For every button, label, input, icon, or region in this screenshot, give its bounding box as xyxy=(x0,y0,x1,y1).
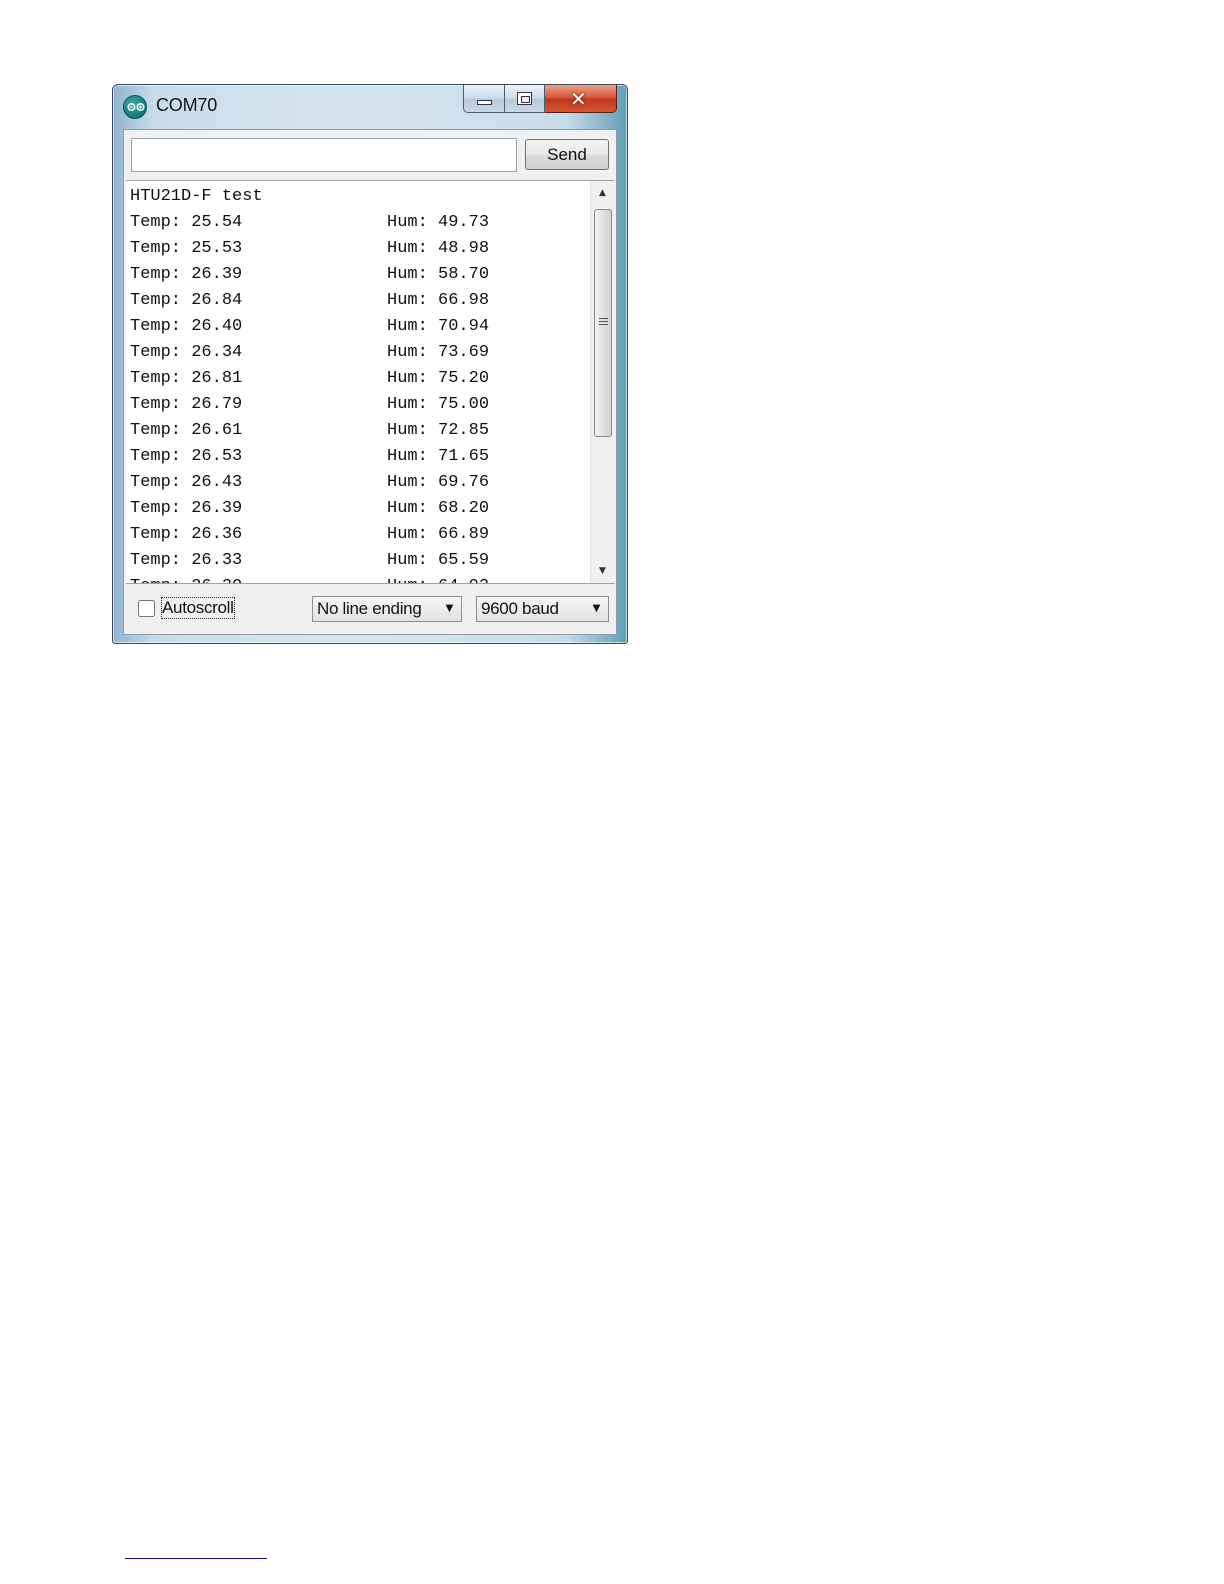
output-line: Temp: 26.36 Hum: 66.89 xyxy=(130,522,590,548)
temp-reading: Temp: 26.33 xyxy=(130,551,243,570)
baud-rate-value: 9600 baud xyxy=(481,599,559,618)
output-line: Temp: 26.81 Hum: 75.20 xyxy=(130,366,590,392)
output-line: Temp: 26.53 Hum: 71.65 xyxy=(130,444,590,470)
scroll-up-icon[interactable]: ▲ xyxy=(591,181,614,205)
humidity-reading: Hum: 70.94 xyxy=(387,317,490,336)
output-line: Temp: 26.39 Hum: 68.20 xyxy=(130,496,590,522)
humidity-reading: Hum: 65.59 xyxy=(387,551,490,570)
close-icon: ✕ xyxy=(570,87,587,111)
output-header-line: HTU21D-F test xyxy=(130,184,590,210)
bottom-bar: Autoscroll No line ending ▼ 9600 baud ▼ xyxy=(124,586,616,634)
output-line: Temp: 26.84 Hum: 66.98 xyxy=(130,288,590,314)
temp-reading: Temp: 25.53 xyxy=(130,239,243,258)
window-title: COM70 xyxy=(156,95,218,115)
output-header: HTU21D-F test xyxy=(130,187,263,206)
temp-reading: Temp: 26.43 xyxy=(130,473,243,492)
close-button[interactable]: ✕ xyxy=(545,85,617,113)
serial-monitor-window: COM70 ✕ Send HTU21D-F test Temp: 25.54 Hu… xyxy=(112,84,628,644)
humidity-reading: Hum: 48.98 xyxy=(387,239,490,258)
send-button[interactable]: Send xyxy=(525,139,609,170)
humidity-reading: Hum: 66.89 xyxy=(387,525,490,544)
temp-reading: Temp: 26.30 xyxy=(130,574,242,583)
humidity-reading: Hum: 69.76 xyxy=(387,473,490,492)
output-line: Temp: 26.61 Hum: 72.85 xyxy=(130,418,590,444)
vertical-scrollbar[interactable]: ▲ ▼ xyxy=(590,181,614,583)
send-input[interactable] xyxy=(131,138,517,172)
output-line: Temp: 26.39 Hum: 58.70 xyxy=(130,262,590,288)
humidity-reading: Hum: 71.65 xyxy=(387,447,490,466)
scroll-down-icon[interactable]: ▼ xyxy=(591,559,614,583)
humidity-reading: Hum: 66.98 xyxy=(387,291,490,310)
humidity-reading: Hum: 73.69 xyxy=(387,343,490,362)
baud-rate-select[interactable]: 9600 baud ▼ xyxy=(476,596,609,622)
footnote-rule xyxy=(125,1558,267,1559)
chevron-down-icon: ▼ xyxy=(592,603,601,614)
humidity-reading: Hum: 75.20 xyxy=(387,369,490,388)
temp-reading: Temp: 26.84 xyxy=(130,291,243,310)
humidity-reading: Hum: 72.85 xyxy=(387,421,490,440)
maximize-button[interactable] xyxy=(505,85,545,113)
maximize-icon xyxy=(517,92,532,105)
humidity-reading: Hum: 64.03 xyxy=(387,574,489,583)
caption-buttons: ✕ xyxy=(463,85,617,115)
title-bar[interactable]: COM70 ✕ xyxy=(113,85,627,129)
temp-reading: Temp: 26.40 xyxy=(130,317,243,336)
humidity-reading: Hum: 49.73 xyxy=(387,213,490,232)
output-line: Temp: 26.40 Hum: 70.94 xyxy=(130,314,590,340)
minimize-button[interactable] xyxy=(463,85,505,113)
humidity-reading: Hum: 75.00 xyxy=(387,395,490,414)
humidity-reading: Hum: 58.70 xyxy=(387,265,490,284)
output-line: Temp: 25.53 Hum: 48.98 xyxy=(130,236,590,262)
autoscroll-checkbox[interactable] xyxy=(138,600,155,617)
output-line: Temp: 26.43 Hum: 69.76 xyxy=(130,470,590,496)
output-lines: HTU21D-F test Temp: 25.54 Hum: 49.73 Temp:… xyxy=(130,184,590,583)
humidity-reading: Hum: 68.20 xyxy=(387,499,490,518)
autoscroll-label[interactable]: Autoscroll xyxy=(161,597,235,619)
grip-icon xyxy=(599,318,608,327)
output-line: Temp: 26.34 Hum: 73.69 xyxy=(130,340,590,366)
temp-reading: Temp: 26.53 xyxy=(130,447,243,466)
output-line: Temp: 26.33 Hum: 65.59 xyxy=(130,548,590,574)
temp-reading: Temp: 26.79 xyxy=(130,395,243,414)
serial-monitor-client: Send HTU21D-F test Temp: 25.54 Hum: 49.73… xyxy=(123,129,617,635)
minimize-icon xyxy=(477,100,492,105)
arduino-icon xyxy=(123,95,147,119)
chevron-down-icon: ▼ xyxy=(445,603,454,614)
output-line: Temp: 26.30 Hum: 64.03 xyxy=(130,574,590,583)
temp-reading: Temp: 26.81 xyxy=(130,369,243,388)
scroll-thumb[interactable] xyxy=(594,209,612,437)
output-line: Temp: 25.54 Hum: 49.73 xyxy=(130,210,590,236)
temp-reading: Temp: 26.36 xyxy=(130,525,243,544)
temp-reading: Temp: 26.39 xyxy=(130,265,243,284)
temp-reading: Temp: 26.34 xyxy=(130,343,243,362)
line-ending-value: No line ending xyxy=(317,599,422,618)
line-ending-select[interactable]: No line ending ▼ xyxy=(312,596,462,622)
temp-reading: Temp: 26.39 xyxy=(130,499,243,518)
output-line: Temp: 26.79 Hum: 75.00 xyxy=(130,392,590,418)
temp-reading: Temp: 25.54 xyxy=(130,213,243,232)
temp-reading: Temp: 26.61 xyxy=(130,421,243,440)
serial-output[interactable]: HTU21D-F test Temp: 25.54 Hum: 49.73 Temp:… xyxy=(126,180,614,584)
